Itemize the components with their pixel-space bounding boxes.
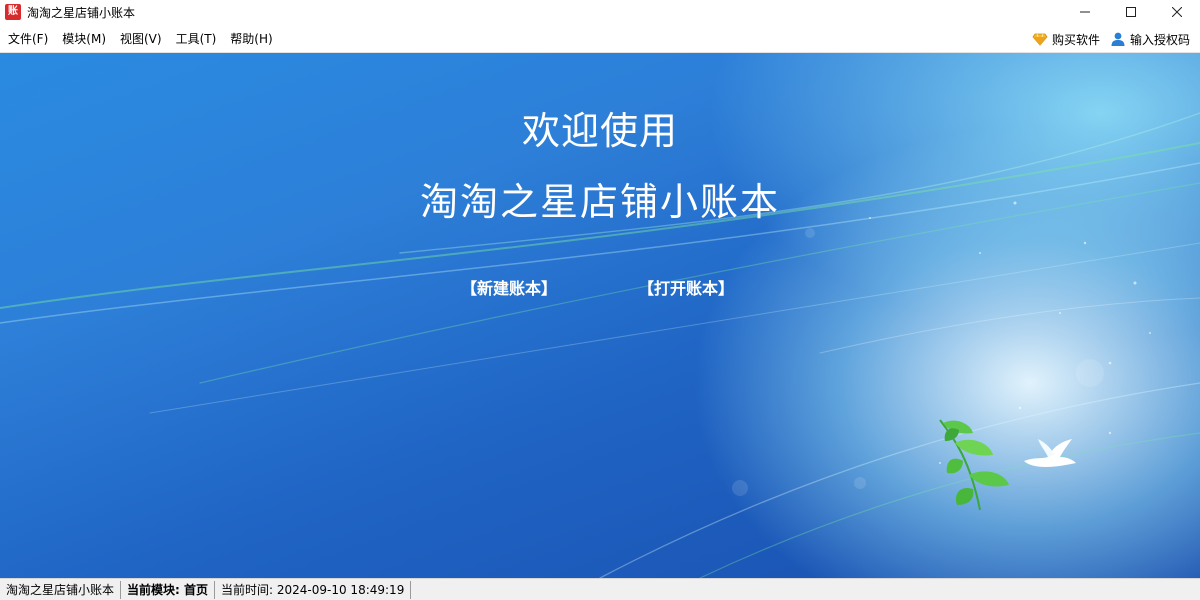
- status-bar: 淘淘之星店铺小账本 当前模块: 首页 当前时间: 2024-09-10 18:4…: [0, 578, 1200, 600]
- diamond-icon: [1032, 31, 1048, 47]
- welcome-panel: 欢迎使用 淘淘之星店铺小账本 【新建账本】 【打开账本】: [0, 53, 1200, 578]
- status-current-module: 当前模块: 首页: [121, 581, 216, 599]
- welcome-heading: 欢迎使用: [521, 109, 678, 153]
- maximize-button[interactable]: [1108, 0, 1154, 24]
- user-icon: [1110, 31, 1126, 47]
- close-icon: [1172, 7, 1182, 17]
- status-module-label: 当前模块:: [127, 583, 184, 597]
- status-current-time: 当前时间: 2024-09-10 18:49:19: [215, 581, 412, 599]
- status-time-value: 2024-09-10 18:49:19: [276, 583, 405, 597]
- new-book-link[interactable]: 【新建账本】: [461, 275, 557, 299]
- enter-license-label: 输入授权码: [1129, 32, 1190, 47]
- minimize-button[interactable]: [1062, 0, 1108, 24]
- dove-icon: [1024, 439, 1076, 467]
- window-title: 淘淘之星店铺小账本: [27, 5, 136, 20]
- window-controls: [1062, 0, 1200, 24]
- buy-software-button[interactable]: 购买软件: [1032, 31, 1100, 48]
- menu-bar: 文件(F) 模块(M) 视图(V) 工具(T) 帮助(H) 购买软件 输入授权码: [0, 26, 1200, 53]
- enter-license-button[interactable]: 输入授权码: [1110, 31, 1190, 48]
- app-window: 账 淘淘之星店铺小账本 文件(F) 模块(M) 视图(V) 工具(T) 帮助(H…: [0, 0, 1200, 600]
- title-bar: 账 淘淘之星店铺小账本: [0, 0, 1200, 24]
- maximize-icon: [1126, 7, 1136, 17]
- status-app-name: 淘淘之星店铺小账本: [0, 581, 122, 599]
- status-module-value: 首页: [184, 583, 209, 597]
- open-book-link[interactable]: 【打开账本】: [638, 275, 734, 299]
- app-title-heading: 淘淘之星店铺小账本: [419, 180, 780, 224]
- menu-module[interactable]: 模块(M): [55, 26, 113, 52]
- buy-software-label: 购买软件: [1051, 32, 1100, 47]
- menu-file[interactable]: 文件(F): [1, 26, 55, 52]
- menu-right-actions: 购买软件 输入授权码: [1032, 26, 1200, 52]
- menu-tools[interactable]: 工具(T): [169, 26, 224, 52]
- menu-view[interactable]: 视图(V): [113, 26, 169, 52]
- status-time-label: 当前时间:: [221, 583, 277, 597]
- app-icon: 账: [5, 4, 21, 20]
- menu-help[interactable]: 帮助(H): [223, 26, 279, 52]
- close-button[interactable]: [1154, 0, 1200, 24]
- minimize-icon: [1080, 11, 1090, 13]
